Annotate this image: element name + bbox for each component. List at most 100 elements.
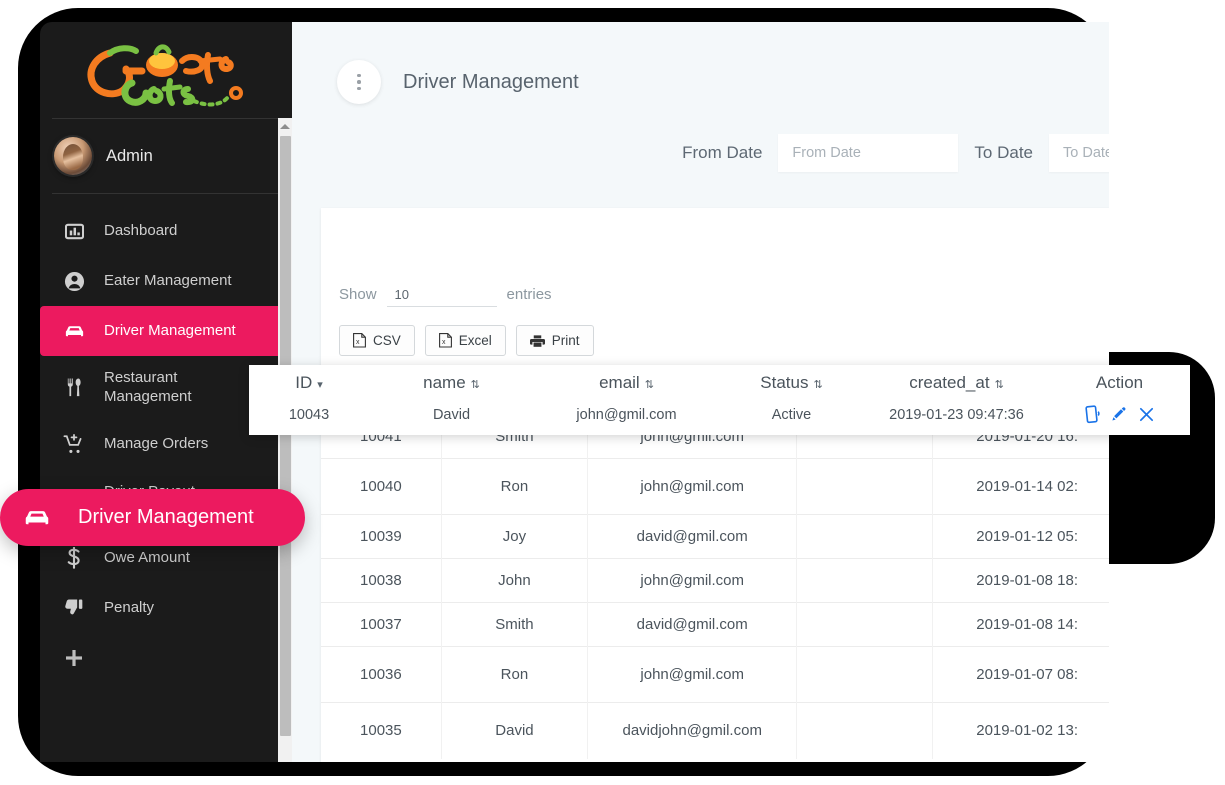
table-row[interactable]: 10038 John john@gmil.com 2019-01-08 18: bbox=[321, 558, 1109, 603]
kebab-menu-icon[interactable] bbox=[337, 60, 381, 104]
cell-email: david@gmil.com bbox=[587, 602, 798, 647]
screenshot-root: Admin Dashboard Eater Management Driver … bbox=[0, 0, 1225, 785]
print-button[interactable]: Print bbox=[515, 325, 594, 356]
callout-label: Driver Management bbox=[78, 506, 254, 528]
cell-actions bbox=[1049, 400, 1190, 434]
scrollbar-thumb[interactable] bbox=[280, 136, 291, 736]
date-filter-bar: From Date To Date bbox=[292, 104, 1109, 172]
cell-status bbox=[796, 602, 934, 647]
brand-logo[interactable] bbox=[40, 22, 292, 118]
table-row[interactable]: 10037 Smith david@gmil.com 2019-01-08 14… bbox=[321, 602, 1109, 647]
printer-icon bbox=[529, 334, 545, 348]
pencil-edit-icon[interactable] bbox=[1111, 406, 1128, 424]
export-csv-button[interactable]: x CSV bbox=[339, 325, 415, 356]
cell-id: 10038 bbox=[321, 558, 442, 603]
cell-created-at: 2019-01-02 13: bbox=[932, 702, 1109, 759]
cell-id: 10040 bbox=[321, 458, 442, 515]
cell-id: 10036 bbox=[321, 646, 442, 703]
car-icon bbox=[62, 319, 86, 343]
to-date-input[interactable] bbox=[1049, 134, 1109, 172]
sidebar-item-label: Penalty bbox=[104, 598, 155, 616]
cell-name: David bbox=[432, 406, 471, 423]
cell-email: david@gmil.com bbox=[587, 514, 798, 559]
sort-both-icon: ⇅ bbox=[994, 379, 1004, 391]
page-length-select[interactable]: 10 25 50 100 bbox=[386, 287, 497, 307]
cart-plus-icon bbox=[62, 433, 86, 457]
table-row[interactable]: 10040 Ron john@gmil.com 2019-01-14 02: bbox=[321, 458, 1109, 515]
datatable-card: Show 10 25 50 100 entries x CSV bbox=[321, 208, 1109, 762]
sidebar-item-driver-management[interactable]: Driver Management bbox=[40, 306, 292, 356]
cell-created-at: 2019-01-08 14: bbox=[932, 602, 1109, 647]
cell-status: Active bbox=[771, 406, 812, 423]
entries-label: entries bbox=[506, 286, 552, 303]
cell-id: 10037 bbox=[321, 602, 442, 647]
cell-email: john@gmil.com bbox=[587, 646, 798, 703]
cell-name: Ron bbox=[441, 646, 589, 703]
sidebar-user-name: Admin bbox=[106, 146, 153, 165]
cell-status bbox=[796, 458, 934, 515]
show-label: Show bbox=[339, 286, 377, 303]
sidebar-user[interactable]: Admin bbox=[40, 119, 292, 193]
column-header-id[interactable]: ID ▾ bbox=[249, 365, 369, 400]
utensils-icon bbox=[62, 376, 86, 400]
from-date-input[interactable] bbox=[778, 134, 959, 172]
sort-both-icon: ⇅ bbox=[470, 379, 480, 391]
export-excel-label: Excel bbox=[458, 333, 492, 348]
cell-email: john@gmil.com bbox=[587, 558, 798, 603]
user-circle-icon bbox=[62, 269, 86, 293]
plus-icon bbox=[62, 646, 86, 670]
overlay-table-head: ID ▾ name ⇅ email ⇅ Status ⇅ created_at ⇅ bbox=[249, 365, 1190, 400]
sidebar-item-eater-management[interactable]: Eater Management bbox=[40, 256, 292, 306]
chart-bar-icon bbox=[62, 219, 86, 243]
close-x-icon[interactable] bbox=[1138, 406, 1155, 423]
cell-status bbox=[796, 514, 934, 559]
cell-name: Ron bbox=[441, 458, 589, 515]
scroll-up-arrow-icon[interactable] bbox=[278, 118, 292, 134]
sidebar-item-partially-visible[interactable] bbox=[40, 633, 292, 683]
table-row[interactable]: 10036 Ron john@gmil.com 2019-01-07 08: bbox=[321, 646, 1109, 703]
sidebar-item-label: Eater Management bbox=[104, 271, 232, 289]
column-header-created-at[interactable]: created_at ⇅ bbox=[864, 365, 1049, 400]
cell-created-at: 2019-01-08 18: bbox=[932, 558, 1109, 603]
cell-email: john@gmil.com bbox=[576, 406, 677, 423]
overlay-table-body: 10043 David john@gmil.com Active 2019-01… bbox=[249, 400, 1190, 434]
table-row[interactable]: 10035 David davidjohn@gmil.com 2019-01-0… bbox=[321, 702, 1109, 759]
export-excel-button[interactable]: x Excel bbox=[424, 325, 506, 356]
driver-management-callout[interactable]: Driver Management bbox=[0, 489, 305, 546]
sort-both-icon: ⇅ bbox=[813, 379, 823, 391]
sidebar-item-label: Manage Orders bbox=[104, 435, 209, 453]
cell-name: David bbox=[441, 702, 589, 759]
column-header-status[interactable]: Status ⇅ bbox=[719, 365, 864, 400]
cell-name: Smith bbox=[441, 602, 589, 647]
mobile-icon[interactable] bbox=[1084, 405, 1101, 424]
table-row[interactable]: 10043 David john@gmil.com Active 2019-01… bbox=[249, 400, 1190, 434]
table-row[interactable]: 10039 Joy david@gmil.com 2019-01-12 05: bbox=[321, 514, 1109, 559]
cell-id: 10039 bbox=[321, 514, 442, 559]
sidebar-item-penalty[interactable]: Penalty bbox=[40, 583, 292, 633]
sidebar-item-label: Restaurant Management bbox=[104, 369, 192, 405]
car-icon bbox=[22, 503, 52, 533]
column-header-name[interactable]: name ⇅ bbox=[369, 365, 534, 400]
sidebar-item-dashboard[interactable]: Dashboard bbox=[40, 206, 292, 256]
cell-id: 10035 bbox=[321, 702, 442, 759]
gofer-eats-logo-icon bbox=[76, 35, 256, 113]
file-excel-icon: x bbox=[353, 333, 366, 348]
sidebar-item-label: Dashboard bbox=[104, 221, 178, 239]
cell-created-at: 2019-01-23 09:47:36 bbox=[889, 406, 1024, 423]
sidebar-scrollbar[interactable] bbox=[278, 118, 292, 762]
column-header-email[interactable]: email ⇅ bbox=[534, 365, 719, 400]
cell-created-at: 2019-01-12 05: bbox=[932, 514, 1109, 559]
from-date-label: From Date bbox=[682, 143, 763, 162]
datatable-controls: Show 10 25 50 100 entries x CSV bbox=[321, 208, 1109, 356]
sort-desc-icon: ▾ bbox=[317, 379, 323, 391]
page-header: Driver Management bbox=[292, 22, 1109, 104]
to-date-label: To Date bbox=[974, 143, 1033, 162]
sidebar-item-label: Driver Management bbox=[104, 321, 236, 339]
sidebar-menu: Dashboard Eater Management Driver Manage… bbox=[40, 194, 292, 683]
avatar bbox=[54, 137, 92, 175]
cell-name: Joy bbox=[441, 514, 589, 559]
export-csv-label: CSV bbox=[373, 333, 401, 348]
svg-text:x: x bbox=[442, 339, 446, 346]
cell-created-at: 2019-01-07 08: bbox=[932, 646, 1109, 703]
cell-created-at: 2019-01-14 02: bbox=[932, 458, 1109, 515]
